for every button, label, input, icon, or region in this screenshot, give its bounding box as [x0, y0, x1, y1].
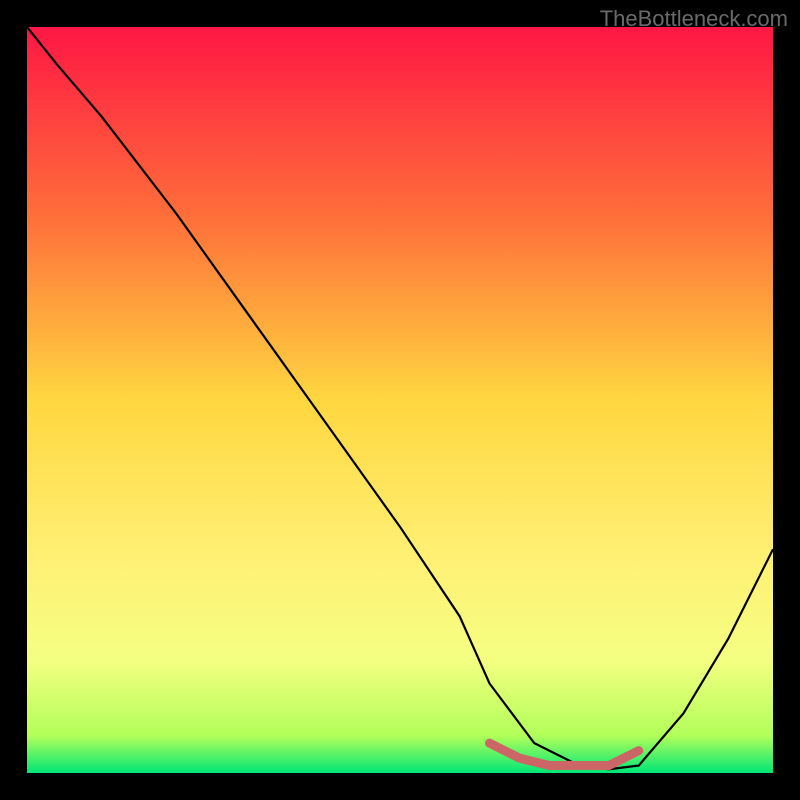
optimal-range-highlight [27, 27, 773, 773]
chart-container [27, 27, 773, 773]
watermark-text: TheBottleneck.com [600, 6, 788, 32]
